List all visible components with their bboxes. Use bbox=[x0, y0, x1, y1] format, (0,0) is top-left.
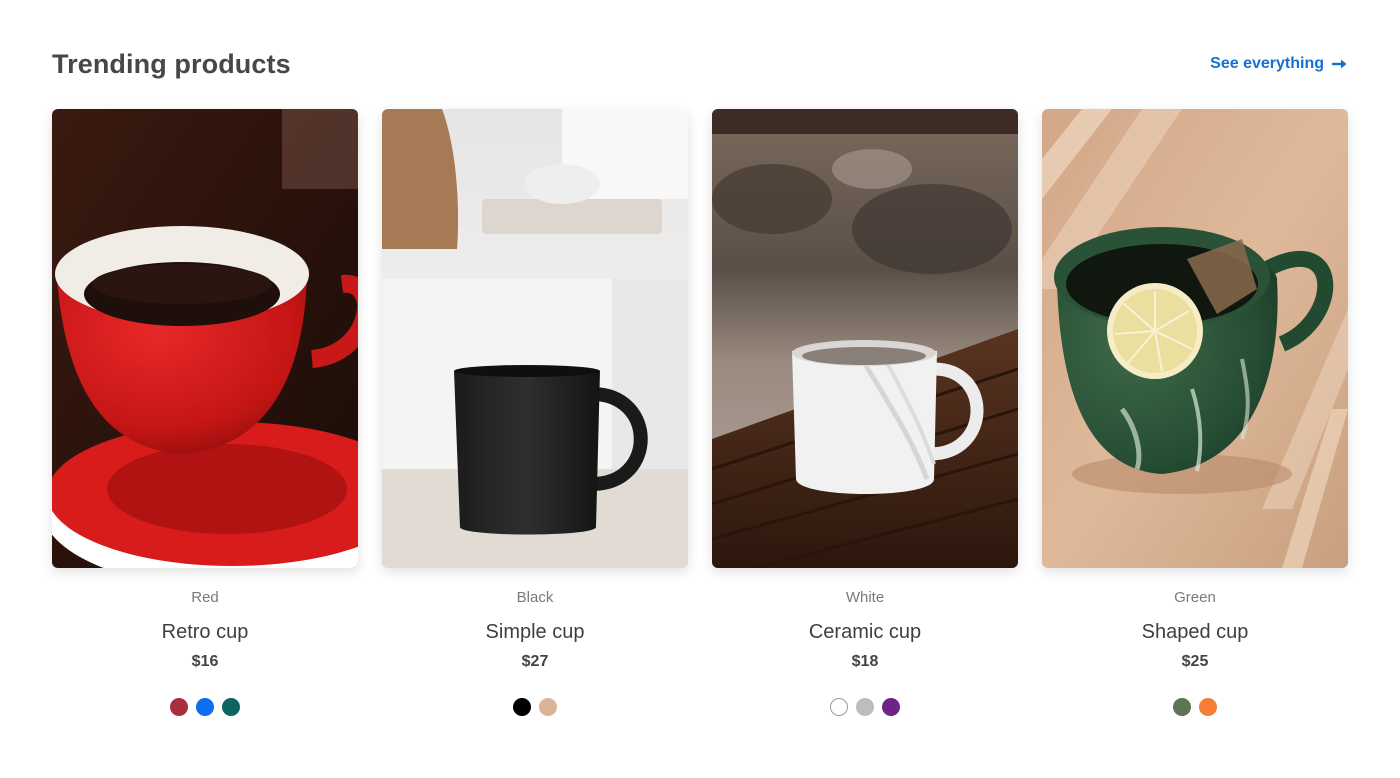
green-tea-cup-photo bbox=[1042, 109, 1348, 568]
product-name[interactable]: Ceramic cup bbox=[809, 620, 921, 644]
product-price: $16 bbox=[191, 653, 219, 670]
product-grid: Red Retro cup $16 Black Simple cup $27 W… bbox=[52, 109, 1348, 716]
product-name[interactable]: Retro cup bbox=[162, 620, 249, 644]
product-card[interactable]: Red Retro cup $16 bbox=[52, 109, 358, 716]
black-mug-photo bbox=[382, 109, 688, 568]
color-swatch-teal[interactable] bbox=[222, 698, 240, 716]
product-image-white-mug[interactable] bbox=[712, 109, 1018, 568]
red-coffee-cup-photo bbox=[52, 109, 358, 568]
section-title: Trending products bbox=[52, 48, 291, 79]
product-image-black-mug[interactable] bbox=[382, 109, 688, 568]
see-everything-link[interactable]: See everything bbox=[1210, 55, 1348, 73]
color-swatch-blue[interactable] bbox=[196, 698, 214, 716]
color-swatch-green[interactable] bbox=[1173, 698, 1191, 716]
color-swatches bbox=[170, 698, 240, 716]
product-card[interactable]: White Ceramic cup $18 bbox=[712, 109, 1018, 716]
product-price: $18 bbox=[851, 653, 879, 670]
product-card[interactable]: Black Simple cup $27 bbox=[382, 109, 688, 716]
color-swatch-beige[interactable] bbox=[539, 698, 557, 716]
color-swatch-orange[interactable] bbox=[1199, 698, 1217, 716]
product-color-label: Black bbox=[516, 589, 554, 606]
section-header: Trending products See everything bbox=[52, 44, 1348, 84]
color-swatch-white[interactable] bbox=[830, 698, 848, 716]
product-price: $25 bbox=[1181, 653, 1209, 670]
color-swatch-gray[interactable] bbox=[856, 698, 874, 716]
product-name[interactable]: Shaped cup bbox=[1142, 620, 1249, 644]
product-card[interactable]: Green Shaped cup $25 bbox=[1042, 109, 1348, 716]
color-swatches bbox=[830, 698, 900, 716]
product-color-label: White bbox=[845, 589, 885, 606]
product-image-green-cup[interactable] bbox=[1042, 109, 1348, 568]
product-color-label: Red bbox=[191, 589, 219, 606]
color-swatches bbox=[513, 698, 557, 716]
color-swatch-black[interactable] bbox=[513, 698, 531, 716]
product-color-label: Green bbox=[1174, 589, 1216, 606]
product-image-red-cup[interactable] bbox=[52, 109, 358, 568]
arrow-right-icon bbox=[1332, 59, 1347, 69]
product-name[interactable]: Simple cup bbox=[486, 620, 585, 644]
color-swatch-red[interactable] bbox=[170, 698, 188, 716]
see-everything-label: See everything bbox=[1210, 55, 1324, 72]
white-mug-photo bbox=[712, 109, 1018, 568]
color-swatches bbox=[1173, 698, 1217, 716]
product-price: $27 bbox=[521, 653, 549, 670]
trending-products-section: Trending products See everything Red Ret… bbox=[0, 0, 1400, 778]
color-swatch-purple[interactable] bbox=[882, 698, 900, 716]
